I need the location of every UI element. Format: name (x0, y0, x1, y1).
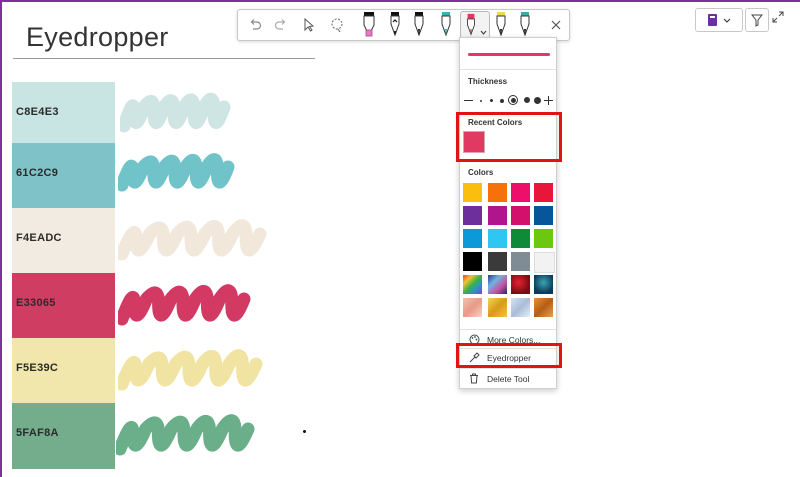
thickness-dot[interactable] (534, 96, 541, 104)
highlight-eyedropper (456, 343, 562, 368)
delete-tool-label: Delete Tool (487, 373, 530, 384)
color-cell[interactable] (463, 229, 482, 248)
color-swatch[interactable]: C8E4E3 (12, 82, 115, 148)
color-cell[interactable] (488, 252, 507, 271)
ink-scribble[interactable] (116, 413, 256, 463)
pen-pink-selected-icon[interactable] (460, 11, 490, 39)
texture-teal-ocean[interactable] (534, 275, 553, 294)
filter-icon (751, 14, 763, 27)
thickness-dot[interactable] (490, 99, 493, 102)
delete-tool-button[interactable]: Delete Tool (461, 369, 555, 388)
color-swatch[interactable]: 61C2C9 (12, 143, 115, 209)
color-cell[interactable] (534, 206, 553, 225)
ink-scribble[interactable] (118, 348, 264, 398)
texture-red-nebula[interactable] (511, 275, 530, 294)
close-icon[interactable] (546, 10, 566, 40)
redo-icon[interactable] (270, 10, 292, 40)
thickness-dot-selected[interactable] (508, 95, 518, 105)
notebook-icon (708, 14, 717, 26)
ink-dot (303, 430, 306, 433)
color-cell[interactable] (463, 252, 482, 271)
highlight-recent-colors (456, 112, 562, 162)
color-cell[interactable] (463, 183, 482, 202)
pen-black-icon[interactable] (410, 10, 428, 40)
color-cell[interactable] (488, 183, 507, 202)
swatch-hex-label: 61C2C9 (16, 167, 59, 179)
window-frame-top (0, 0, 800, 2)
thickness-dot[interactable] (500, 98, 504, 103)
thickness-dot[interactable] (524, 97, 530, 103)
color-cell[interactable] (488, 229, 507, 248)
divider (460, 69, 556, 70)
color-cell[interactable] (511, 206, 530, 225)
swatch-hex-label: C8E4E3 (16, 106, 59, 118)
thickness-slider[interactable] (464, 95, 554, 107)
pen-teal-icon[interactable] (516, 10, 534, 40)
swatch-hex-label: F5E39C (16, 362, 59, 374)
texture-galaxy[interactable] (488, 275, 507, 294)
ink-scribble[interactable] (118, 153, 236, 199)
color-swatch[interactable]: F4EADC (12, 208, 115, 274)
color-swatch[interactable]: F5E39C (12, 338, 115, 404)
pen-preview-stroke (468, 53, 550, 56)
filter-button[interactable] (745, 8, 769, 32)
page-title[interactable]: Eyedropper (26, 22, 169, 53)
color-cell[interactable] (511, 252, 530, 271)
ink-scribble[interactable] (120, 92, 232, 140)
color-swatch[interactable]: 5FAF8A (12, 403, 115, 469)
swatch-hex-label: F4EADC (16, 232, 62, 244)
chevron-down-icon (723, 18, 731, 23)
highlighter-pink-icon[interactable] (360, 10, 378, 40)
colors-label: Colors (468, 168, 494, 177)
color-cell[interactable] (534, 252, 555, 273)
texture-rainbow[interactable] (463, 275, 482, 294)
texture-silver[interactable] (511, 298, 530, 317)
pen-black-icon[interactable] (386, 10, 404, 40)
swatch-hex-label: E33065 (16, 297, 56, 309)
notebook-button[interactable] (695, 8, 743, 32)
pen-teal-icon[interactable] (437, 10, 455, 40)
thickness-label: Thickness (468, 77, 508, 86)
pen-yellow-icon[interactable] (492, 10, 510, 40)
lasso-select-icon[interactable] (326, 10, 348, 40)
texture-bronze[interactable] (534, 298, 553, 317)
chevron-down-icon (480, 30, 487, 35)
ink-scribble[interactable] (118, 283, 252, 333)
title-underline (13, 58, 315, 59)
undo-icon[interactable] (244, 10, 266, 40)
pen-settings-panel: Thickness Recent Colors Colors More Colo… (459, 37, 557, 389)
texture-rose-gold[interactable] (463, 298, 482, 317)
window-frame-left (0, 0, 2, 477)
color-cell[interactable] (534, 229, 553, 248)
color-cell[interactable] (534, 183, 553, 202)
color-cell[interactable] (511, 229, 530, 248)
color-cell[interactable] (488, 206, 507, 225)
thickness-decrease-icon[interactable] (464, 100, 473, 102)
thickness-increase-icon[interactable] (544, 95, 554, 106)
color-cell[interactable] (511, 183, 530, 202)
color-cell[interactable] (463, 206, 482, 225)
texture-gold[interactable] (488, 298, 507, 317)
thickness-dot[interactable] (480, 100, 482, 102)
color-swatch[interactable]: E33065 (12, 273, 115, 339)
swatch-hex-label: 5FAF8A (16, 427, 59, 439)
trash-icon (467, 373, 481, 384)
ink-scribble[interactable] (118, 218, 268, 268)
select-pointer-icon[interactable] (298, 10, 320, 40)
expand-icon[interactable] (772, 10, 786, 24)
